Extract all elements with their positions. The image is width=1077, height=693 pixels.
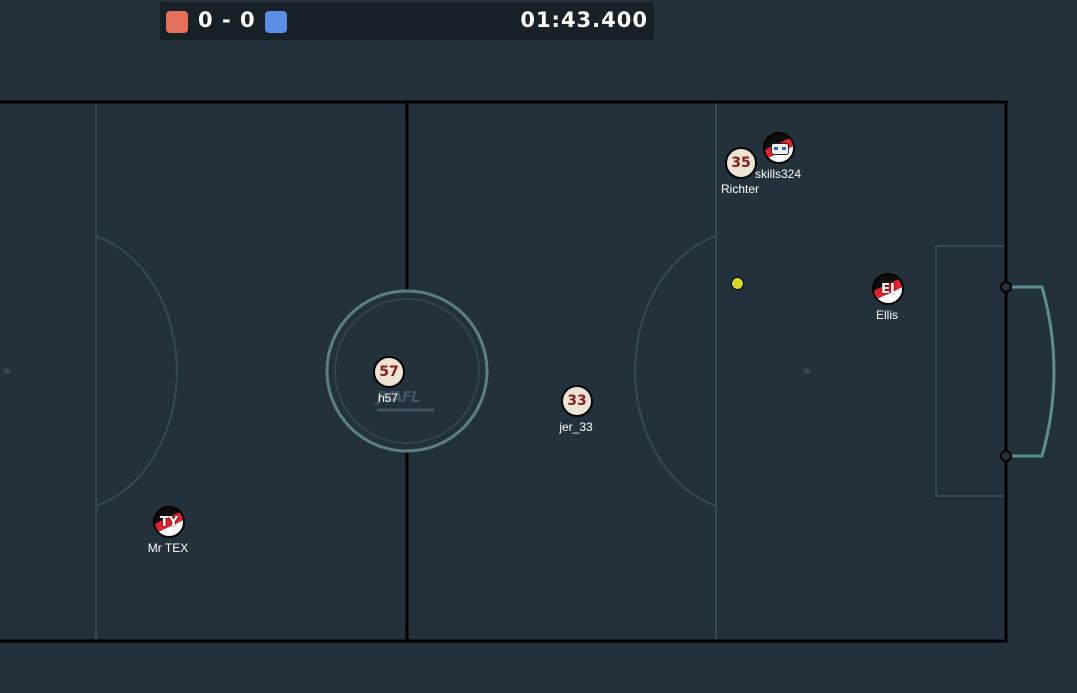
score-separator: -: [221, 8, 232, 32]
player-avatar: EI: [881, 281, 895, 297]
blue-score: 0: [239, 8, 256, 32]
pitch-boundary: [0, 100, 1008, 643]
player-disc: 33: [561, 385, 593, 417]
pitch: [0, 100, 1056, 643]
goal-post-bottom: [1000, 450, 1012, 462]
player-name: skills324: [754, 167, 802, 181]
player-avatar: 33: [567, 393, 587, 409]
player-name: h57: [377, 391, 399, 405]
right-arc: [634, 235, 717, 507]
player-disc: TY: [153, 506, 185, 538]
ball: [731, 277, 744, 290]
player-disc: EI: [872, 273, 904, 305]
left-arc: [95, 235, 178, 507]
red-score: 0: [198, 8, 214, 32]
player-avatar: TY: [159, 514, 179, 530]
player-name: jer_33: [559, 420, 593, 434]
right-spot: [804, 368, 810, 374]
red-team-swatch: [166, 11, 188, 33]
goal-net: [1006, 285, 1056, 458]
scoreboard: 0 - 0 01:43.400: [160, 2, 654, 40]
player-name: Mr TEX: [147, 541, 189, 555]
player-avatar: 35: [731, 155, 751, 171]
goal-post-top: [1000, 281, 1012, 293]
robot-icon: [771, 143, 789, 155]
player-avatar: 57: [379, 364, 399, 380]
player-disc: 35: [725, 147, 757, 179]
player-name: Richter: [720, 182, 760, 196]
blue-team-swatch: [265, 11, 287, 33]
center-circle: [325, 289, 489, 453]
player-name: Ellis: [875, 308, 899, 322]
player-disc: [763, 132, 795, 164]
score-display: 0 - 0: [198, 8, 256, 32]
match-timer: 01:43.400: [520, 8, 648, 32]
left-spot: [4, 368, 10, 374]
goal-area-box: [935, 245, 1006, 497]
player-disc: 57: [373, 356, 405, 388]
